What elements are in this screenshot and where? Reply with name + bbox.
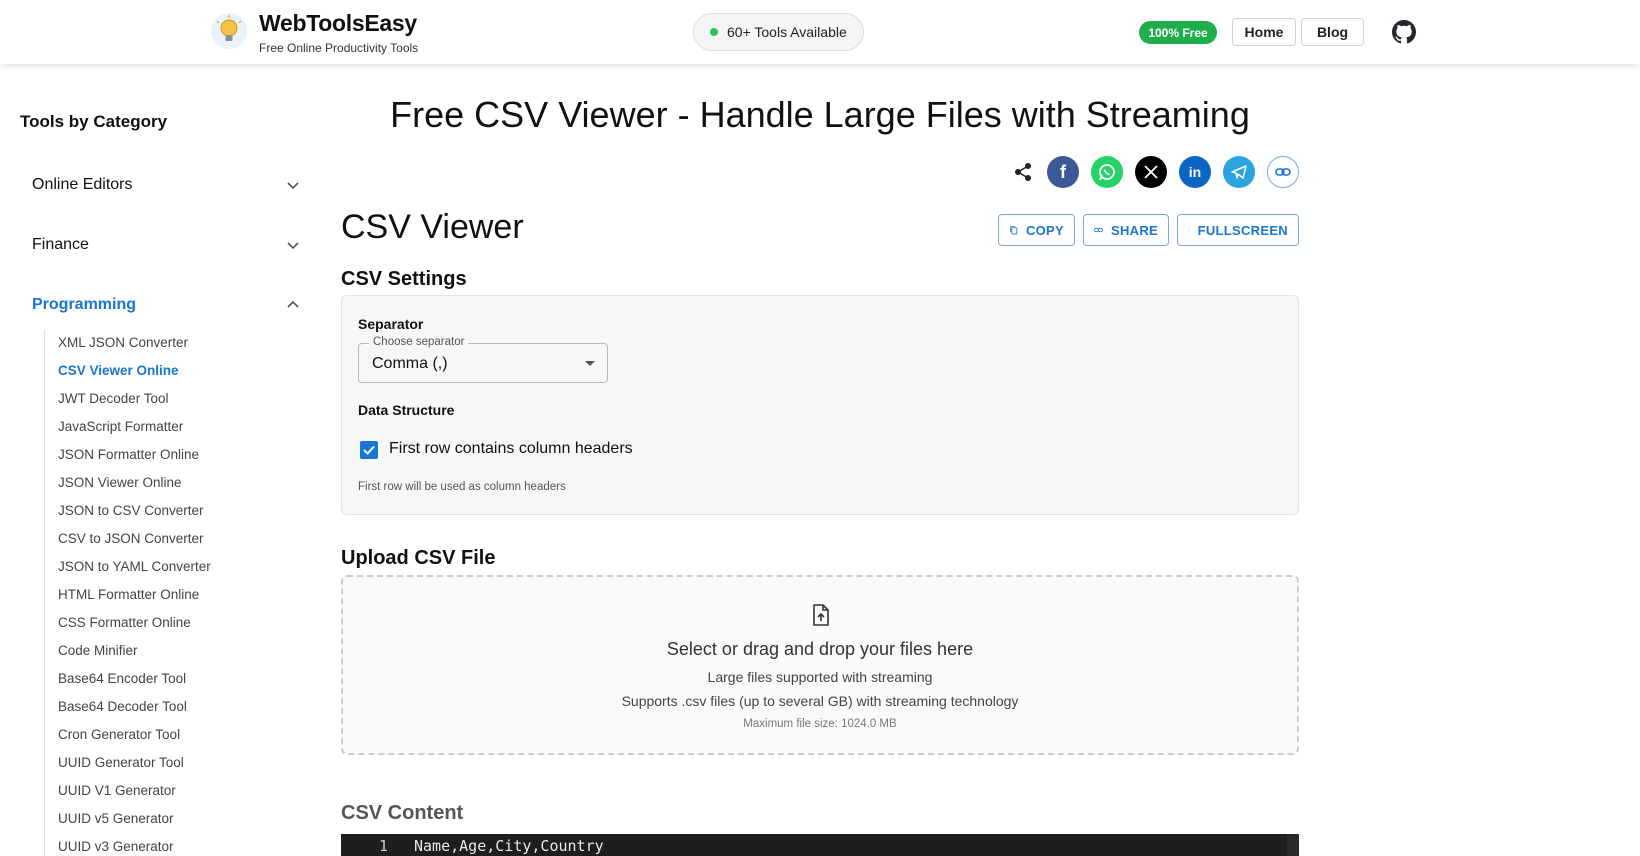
sidebar-item-cron-generator[interactable]: Cron Generator Tool xyxy=(58,725,180,745)
category-label: Finance xyxy=(32,236,89,253)
editor-line-text[interactable]: Name,Age,City,Country xyxy=(414,837,604,855)
copy-icon xyxy=(1010,226,1018,235)
dropzone-streaming-text: Large files supported with streaming xyxy=(707,669,933,685)
chevron-up-icon xyxy=(287,300,299,308)
header-row-checkbox[interactable] xyxy=(360,441,378,459)
dropzone-supports-text: Supports .csv files (up to several GB) w… xyxy=(621,693,1019,709)
x-icon[interactable] xyxy=(1135,156,1167,188)
share-button[interactable]: SHARE xyxy=(1083,214,1169,246)
separator-label: Separator xyxy=(358,316,424,332)
sidebar-item-json-to-yaml[interactable]: JSON to YAML Converter xyxy=(58,557,211,577)
sidebar-item-uuid-v3-generator[interactable]: UUID v3 Generator xyxy=(58,837,174,856)
sidebar-item-javascript-formatter[interactable]: JavaScript Formatter xyxy=(58,417,183,437)
separator-select[interactable]: Choose separator Comma (,) xyxy=(358,336,608,383)
header-row-checkbox-label[interactable]: First row contains column headers xyxy=(389,440,633,458)
settings-panel: Separator Choose separator Comma (,) Dat… xyxy=(341,295,1299,515)
expand-icon xyxy=(1188,229,1190,231)
separator-value: Comma (,) xyxy=(372,355,448,372)
sidebar-item-json-viewer[interactable]: JSON Viewer Online xyxy=(58,473,182,493)
category-label: Programming xyxy=(32,296,137,313)
fullscreen-label: FULLSCREEN xyxy=(1197,222,1288,238)
settings-heading: CSV Settings xyxy=(341,268,467,290)
sidebar-item-uuid-generator[interactable]: UUID Generator Tool xyxy=(58,753,184,773)
brand-name[interactable]: WebToolsEasy xyxy=(259,10,417,37)
sidebar-item-csv-to-json[interactable]: CSV to JSON Converter xyxy=(58,529,204,549)
free-badge: 100% Free xyxy=(1139,21,1217,44)
sidebar-category-online-editors[interactable]: Online Editors xyxy=(32,173,300,197)
category-label: Online Editors xyxy=(32,176,133,193)
facebook-icon[interactable]: f xyxy=(1047,156,1079,188)
sidebar-item-html-formatter[interactable]: HTML Formatter Online xyxy=(58,585,199,605)
line-number: 1 xyxy=(379,837,389,855)
sidebar-item-jwt-decoder[interactable]: JWT Decoder Tool xyxy=(58,389,169,409)
dropdown-caret-icon xyxy=(585,361,595,366)
submenu-divider xyxy=(44,330,45,856)
upload-heading: Upload CSV File xyxy=(341,547,496,569)
sidebar-category-programming[interactable]: Programming xyxy=(32,293,300,317)
csv-content-heading: CSV Content xyxy=(341,802,464,824)
data-structure-label: Data Structure xyxy=(358,402,455,418)
top-header: WebToolsEasy Free Online Productivity To… xyxy=(0,0,1640,64)
blog-button[interactable]: Blog xyxy=(1301,18,1364,46)
csv-editor[interactable]: 1 Name,Age,City,Country xyxy=(341,834,1299,856)
copy-label: COPY xyxy=(1025,222,1064,238)
status-dot-icon xyxy=(710,28,718,36)
link-icon xyxy=(1094,227,1103,233)
tools-available-label: 60+ Tools Available xyxy=(727,24,847,40)
telegram-icon[interactable] xyxy=(1223,156,1255,188)
fullscreen-button[interactable]: FULLSCREEN xyxy=(1177,214,1299,246)
editor-scrollbar[interactable] xyxy=(1287,834,1299,856)
separator-legend: Choose separator xyxy=(369,336,469,348)
sidebar-item-base64-encoder[interactable]: Base64 Encoder Tool xyxy=(58,669,186,689)
sidebar-item-json-formatter[interactable]: JSON Formatter Online xyxy=(58,445,199,465)
tools-available-pill: 60+ Tools Available xyxy=(693,13,864,51)
header-row-helper-text: First row will be used as column headers xyxy=(358,481,566,493)
whatsapp-icon[interactable] xyxy=(1091,156,1123,188)
tool-title: CSV Viewer xyxy=(341,208,524,246)
sidebar-item-css-formatter[interactable]: CSS Formatter Online xyxy=(58,613,191,633)
sidebar-item-code-minifier[interactable]: Code Minifier xyxy=(58,641,138,661)
file-dropzone[interactable]: Select or drag and drop your files here … xyxy=(341,575,1299,755)
dropzone-max-size-text: Maximum file size: 1024.0 MB xyxy=(743,718,897,730)
lightbulb-logo-icon[interactable] xyxy=(210,12,248,50)
linkedin-icon[interactable]: in xyxy=(1179,156,1211,188)
sidebar-item-uuid-v5-generator[interactable]: UUID v5 Generator xyxy=(58,809,174,829)
sidebar-item-json-to-csv[interactable]: JSON to CSV Converter xyxy=(58,501,204,521)
brand-tagline: Free Online Productivity Tools xyxy=(259,41,419,55)
page-title: Free CSV Viewer - Handle Large Files wit… xyxy=(390,94,1250,135)
sidebar-item-csv-viewer-online[interactable]: CSV Viewer Online xyxy=(58,361,179,381)
copy-button[interactable]: COPY xyxy=(998,214,1075,246)
link-icon[interactable] xyxy=(1267,156,1299,188)
file-upload-icon xyxy=(813,604,829,626)
sidebar-category-finance[interactable]: Finance xyxy=(32,233,300,257)
home-button[interactable]: Home xyxy=(1232,18,1296,46)
github-icon[interactable] xyxy=(1392,20,1416,44)
share-label: SHARE xyxy=(1110,222,1158,238)
sidebar-item-base64-decoder[interactable]: Base64 Decoder Tool xyxy=(58,697,187,717)
sidebar-item-uuid-v1-generator[interactable]: UUID V1 Generator xyxy=(58,781,176,801)
sidebar-item-xml-json-converter[interactable]: XML JSON Converter xyxy=(58,333,188,353)
dropzone-main-text: Select or drag and drop your files here xyxy=(666,639,974,659)
share-icon[interactable] xyxy=(1007,156,1039,188)
chevron-down-icon xyxy=(287,182,299,190)
sidebar-title: Tools by Category xyxy=(20,112,168,131)
checkmark-icon xyxy=(363,445,375,455)
chevron-down-icon xyxy=(287,242,299,250)
